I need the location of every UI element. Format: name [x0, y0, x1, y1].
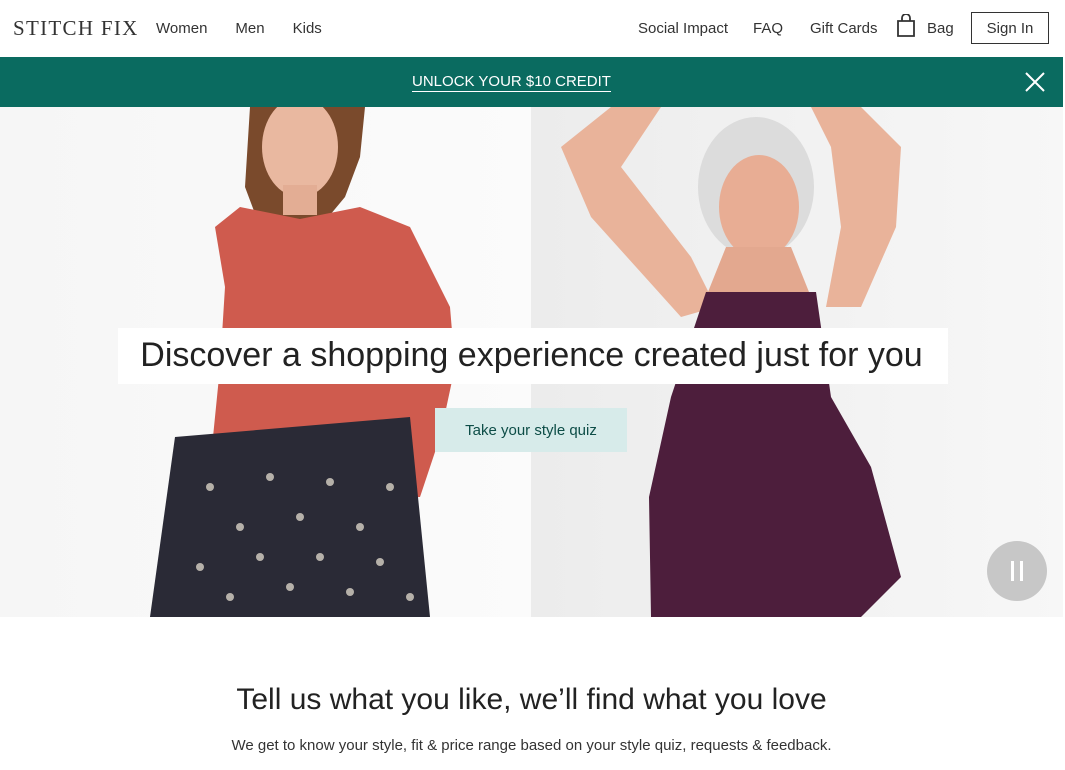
close-icon[interactable] [1024, 71, 1046, 93]
section-title: Tell us what you like, we’ll find what y… [236, 683, 827, 716]
sign-in-button[interactable]: Sign In [971, 12, 1049, 44]
hero-headline: Discover a shopping experience created j… [140, 336, 923, 374]
nav-gift-cards[interactable]: Gift Cards [810, 20, 878, 37]
bag-icon[interactable] [896, 14, 916, 38]
nav-social-impact[interactable]: Social Impact [638, 20, 728, 37]
promo-link[interactable]: UNLOCK YOUR $10 CREDIT [412, 73, 611, 92]
nav-faq[interactable]: FAQ [753, 20, 783, 37]
promo-banner: UNLOCK YOUR $10 CREDIT [0, 57, 1063, 107]
logo[interactable]: STITCH FIX [13, 16, 139, 41]
nav-bag[interactable]: Bag [927, 20, 954, 37]
nav-kids[interactable]: Kids [293, 20, 322, 37]
primary-nav: Women Men Kids [156, 20, 350, 37]
section-subtitle: We get to know your style, fit & price r… [231, 737, 832, 754]
style-quiz-button[interactable]: Take your style quiz [435, 408, 627, 452]
site-header: STITCH FIX Women Men Kids Social Impact … [0, 0, 1065, 57]
nav-men[interactable]: Men [235, 20, 264, 37]
hero: Discover a shopping experience created j… [0, 107, 1063, 617]
pause-icon[interactable] [987, 541, 1047, 601]
nav-women[interactable]: Women [156, 20, 207, 37]
